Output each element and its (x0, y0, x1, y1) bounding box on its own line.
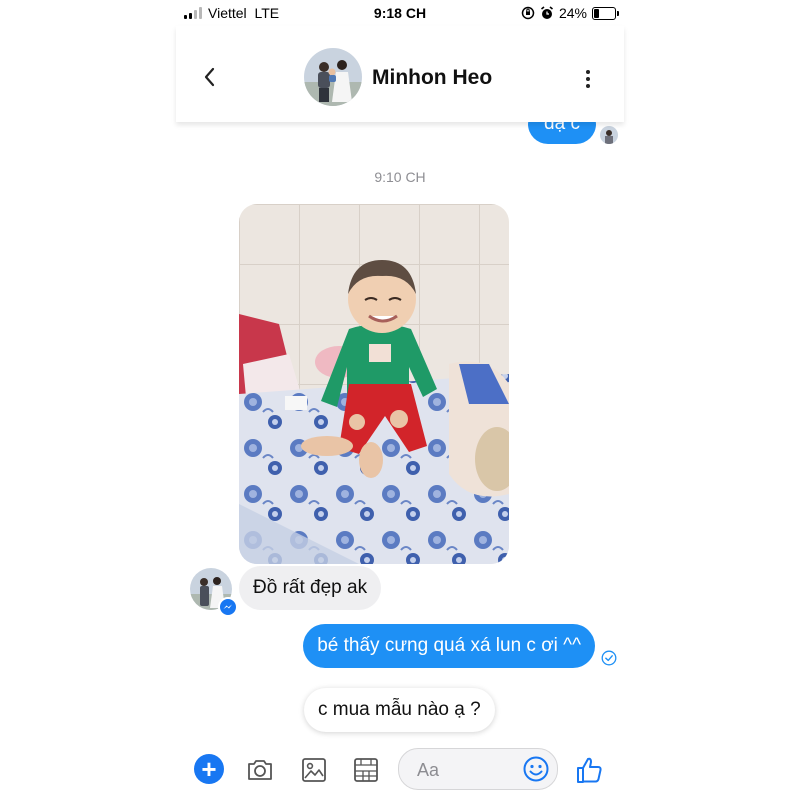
camera-icon[interactable] (244, 754, 276, 786)
message-bubble-preview[interactable]: c mua mẫu nào ạ ? (304, 688, 495, 732)
conversation-header: Minhon Heo (176, 26, 624, 122)
battery-percent: 24% (558, 5, 587, 21)
alarm-icon (540, 6, 553, 19)
contact-name[interactable]: Minhon Heo (372, 66, 492, 90)
message-bubble-outgoing[interactable]: bé thấy cưng quá xá lun c ơi ^^ (303, 624, 595, 668)
back-icon[interactable] (200, 64, 220, 90)
message-input-field[interactable] (398, 748, 558, 790)
emoji-icon[interactable] (521, 754, 551, 784)
plus-icon[interactable]: + (194, 754, 224, 784)
photo-message[interactable] (239, 204, 509, 564)
message-timestamp: 9:10 CH (374, 169, 426, 185)
image-icon[interactable] (298, 754, 330, 786)
more-icon[interactable] (578, 68, 598, 92)
seen-avatar (600, 126, 618, 144)
battery-fill (594, 8, 600, 18)
message-bubble-incoming[interactable]: Đồ rất đẹp ak (239, 566, 382, 610)
sticker-icon[interactable] (350, 754, 382, 786)
check-circle-icon (601, 650, 617, 666)
orientation-lock-icon (521, 6, 535, 20)
message-input[interactable] (415, 757, 519, 783)
status-bar: Viettel LTE 9:18 CH 24% (176, 0, 624, 26)
contact-avatar[interactable] (304, 48, 362, 106)
thumbs-up-icon[interactable] (574, 754, 606, 786)
messenger-badge-icon (218, 597, 238, 617)
message-composer: + (176, 744, 624, 794)
status-right: 24% (521, 4, 619, 22)
battery-icon (592, 6, 619, 20)
messenger-screen: Viettel LTE 9:18 CH 24% Minhon Heo dạ c … (176, 0, 624, 800)
